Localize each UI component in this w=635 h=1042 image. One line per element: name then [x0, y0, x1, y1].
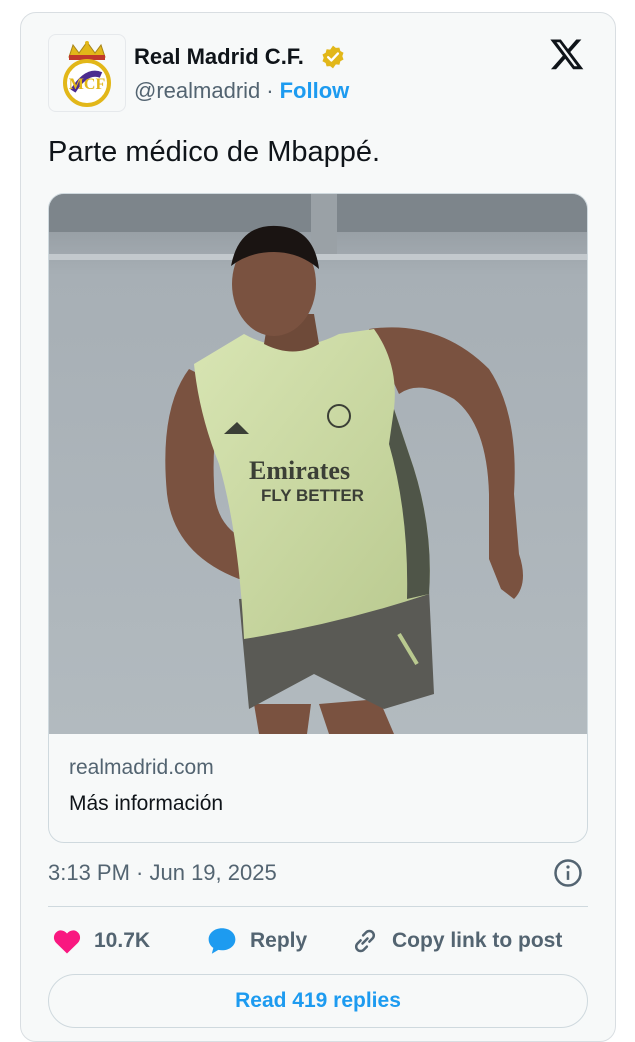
info-icon[interactable]: [553, 858, 583, 888]
follow-link[interactable]: Follow: [280, 78, 350, 104]
player-photo[interactable]: Emirates FLY BETTER: [49, 194, 588, 734]
author-name[interactable]: Real Madrid C.F.: [134, 44, 304, 70]
separator-dot: ·: [266, 78, 274, 103]
reply-bubble-icon: [208, 928, 236, 954]
reply-label: Reply: [250, 929, 308, 952]
verified-badge-icon: [322, 45, 344, 69]
author-handle-row: @realmadrid · Follow: [134, 78, 349, 104]
like-count: 10.7K: [94, 929, 151, 952]
heart-icon: [53, 930, 81, 954]
link-domain: realmadrid.com: [69, 756, 214, 779]
svg-text:MCF: MCF: [69, 76, 106, 93]
tweet-text: Parte médico de Mbappé.: [48, 136, 381, 168]
link-title: Más información: [69, 792, 224, 815]
avatar[interactable]: MCF: [48, 34, 126, 112]
x-logo-icon[interactable]: [548, 36, 586, 72]
svg-text:FLY BETTER: FLY BETTER: [261, 486, 364, 505]
like-button[interactable]: 10.7K: [52, 922, 150, 960]
link-preview-card[interactable]: Emirates FLY BETTER realmadrid.com Más i…: [48, 193, 588, 843]
author-handle[interactable]: @realmadrid: [134, 78, 260, 104]
copy-link-label: Copy link to post: [392, 929, 563, 952]
reply-button[interactable]: Reply: [206, 922, 307, 960]
post-timestamp[interactable]: 3:13 PM · Jun 19, 2025: [48, 860, 277, 886]
real-madrid-crest-icon: MCF: [63, 41, 111, 107]
link-icon: [354, 929, 376, 953]
copy-link-button[interactable]: Copy link to post: [350, 922, 562, 960]
read-replies-button[interactable]: Read 419 replies: [48, 974, 588, 1028]
divider: [48, 906, 588, 907]
svg-text:Emirates: Emirates: [249, 456, 350, 485]
read-replies-label: Read 419 replies: [235, 989, 401, 1012]
